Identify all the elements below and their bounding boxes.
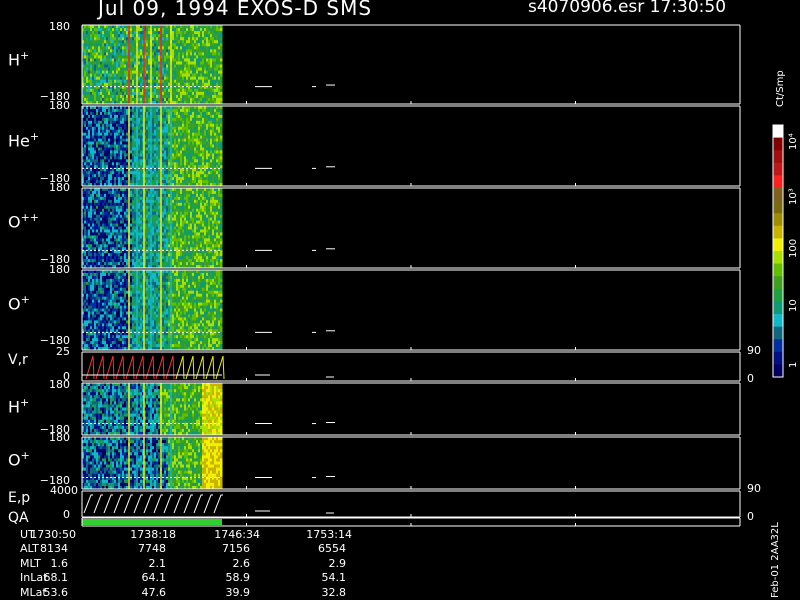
- spectrogram-cell: [220, 120, 223, 125]
- spectrogram-plot: [81, 24, 784, 527]
- spectrogram-cell: [220, 123, 223, 128]
- spectrogram-cell: [220, 76, 223, 81]
- spectrogram-cell: [220, 129, 223, 134]
- spectrogram-cell: [220, 153, 223, 157]
- spectrogram-cell: [220, 91, 223, 96]
- spectrogram-cell: [220, 177, 223, 181]
- spectrogram-stripe: [143, 106, 145, 186]
- spectrogram-cell: [220, 171, 223, 175]
- spectrogram-cell: [220, 159, 223, 163]
- spectrogram-cell: [220, 150, 223, 154]
- spectrogram-cell: [220, 180, 223, 184]
- spectrogram-cell: [220, 28, 223, 32]
- spectrogram-cell: [220, 168, 223, 172]
- spectrogram-cell: [220, 25, 223, 29]
- spectrogram-cell: [220, 67, 223, 72]
- spectrogram-cell: [220, 43, 223, 47]
- spectrogram-cell: [220, 108, 223, 113]
- spectrogram-stripe: [150, 25, 152, 104]
- spectrogram-cell: [220, 94, 223, 99]
- spectrogram-cell: [220, 49, 223, 53]
- spectrogram-cell: [220, 162, 223, 166]
- spectrogram-stripe: [128, 106, 130, 186]
- spectrogram-cell: [220, 114, 223, 119]
- spectrogram-stripe: [160, 25, 162, 104]
- spectrogram-cell: [220, 141, 223, 146]
- spectrogram-cell: [220, 111, 223, 116]
- spectrogram-stripe: [170, 25, 172, 104]
- spectrogram-cell: [220, 73, 223, 78]
- spectrogram-cell: [220, 147, 223, 151]
- spectrogram-cell: [220, 58, 223, 62]
- spectrogram-cell: [220, 70, 223, 75]
- spectrogram-cell: [220, 117, 223, 122]
- spectrogram-cell: [220, 31, 223, 35]
- spectrogram-cell: [220, 79, 223, 84]
- spectrogram-stripe: [128, 25, 130, 104]
- spectrogram-cell: [220, 34, 223, 38]
- spectrogram-cell: [220, 126, 223, 131]
- spectrogram-stripe: [150, 106, 152, 186]
- spectrogram-cell: [220, 82, 223, 87]
- spectrogram-cell: [220, 106, 223, 110]
- spectrogram-stripe: [170, 106, 172, 186]
- spectrogram-cell: [220, 55, 223, 59]
- spectrogram-cell: [220, 40, 223, 44]
- spectrogram-cell: [220, 61, 223, 65]
- spectrogram-cell: [220, 156, 223, 160]
- spectrogram-cell: [220, 165, 223, 169]
- spectrogram-cell: [220, 46, 223, 50]
- spectrogram-cell: [220, 88, 223, 93]
- spectrogram-stripe: [143, 25, 145, 104]
- spectrogram-stripe: [160, 106, 162, 186]
- spectrogram-stripe: [136, 25, 138, 104]
- spectrogram-cell: [220, 135, 223, 140]
- spectrogram-cell: [220, 52, 223, 56]
- spectrogram-cell: [220, 97, 223, 102]
- spectrogram-cell: [220, 138, 223, 143]
- spectrogram-cell: [220, 174, 223, 178]
- spectrogram-cell: [220, 144, 223, 148]
- spectrogram-stripe: [136, 106, 138, 186]
- spectrogram-cell: [220, 64, 223, 69]
- spectrogram-cell: [220, 37, 223, 41]
- spectrogram-cell: [220, 85, 223, 90]
- spectrogram-cell: [220, 132, 223, 137]
